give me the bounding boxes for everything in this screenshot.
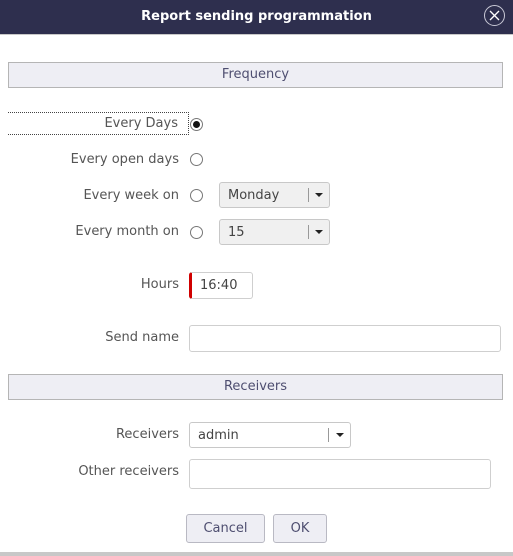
select-separator (308, 188, 309, 202)
dialog-title: Report sending programmation (141, 9, 372, 24)
section-frequency: Frequency (8, 62, 503, 88)
label-hours: Hours (140, 277, 179, 292)
radio-every-month-on[interactable] (190, 226, 203, 239)
receivers-select[interactable]: admin (189, 422, 351, 448)
label-other-receivers: Other receivers (78, 464, 179, 479)
receivers-select-value: admin (198, 428, 239, 443)
weekday-select-value: Monday (228, 188, 280, 203)
dialog-titlebar: Report sending programmation (0, 0, 513, 35)
hours-input[interactable]: 16:40 (189, 272, 253, 299)
chevron-down-icon (315, 230, 323, 234)
close-circle-icon (489, 10, 500, 21)
radio-every-open-days[interactable] (190, 153, 203, 166)
hours-value: 16:40 (200, 278, 238, 293)
radio-every-week-on[interactable] (190, 189, 203, 202)
cancel-button[interactable]: Cancel (186, 514, 265, 543)
monthday-select[interactable]: 15 (219, 219, 330, 245)
other-receivers-input[interactable] (189, 459, 491, 489)
monthday-select-value: 15 (228, 225, 245, 240)
select-separator (328, 428, 329, 442)
label-every-days[interactable]: Every Days (8, 112, 189, 135)
label-receivers: Receivers (115, 427, 179, 442)
ok-button[interactable]: OK (273, 514, 327, 543)
weekday-select[interactable]: Monday (219, 182, 330, 208)
chevron-down-icon (315, 193, 323, 197)
select-separator (308, 225, 309, 239)
send-name-input[interactable] (189, 325, 501, 352)
section-receivers: Receivers (8, 374, 503, 400)
close-button[interactable] (484, 5, 505, 26)
label-every-month-on: Every month on (75, 224, 179, 239)
chevron-down-icon (336, 433, 344, 437)
label-every-open-days: Every open days (70, 152, 179, 167)
label-send-name: Send name (105, 330, 179, 345)
radio-every-days[interactable] (190, 118, 203, 131)
dialog-bottom-border (0, 552, 513, 556)
label-every-week-on: Every week on (83, 188, 179, 203)
